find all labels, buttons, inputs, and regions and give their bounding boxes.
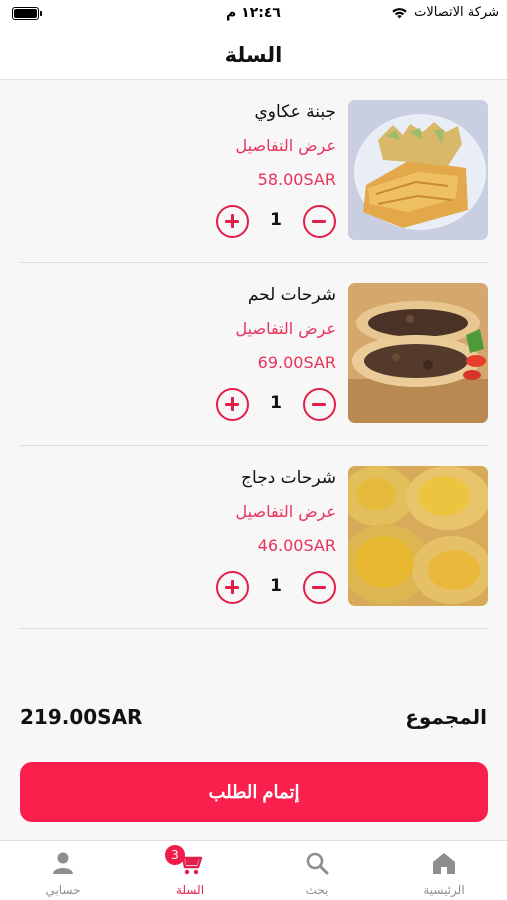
tab-label: بحث bbox=[305, 883, 329, 897]
page-header: السلة bbox=[0, 30, 507, 80]
chicken-pie-image[interactable] bbox=[348, 466, 488, 606]
tab-label: السلة bbox=[175, 883, 205, 897]
meat-pie-image[interactable] bbox=[348, 283, 488, 423]
decrease-quantity-button[interactable] bbox=[303, 205, 336, 238]
wifi-icon bbox=[392, 8, 407, 19]
cheese-pie-image[interactable] bbox=[348, 100, 488, 240]
tab-search[interactable]: بحث bbox=[254, 841, 380, 900]
tab-home[interactable]: الرئيسية bbox=[381, 841, 507, 900]
page-title: السلة bbox=[224, 42, 283, 67]
view-details-link[interactable]: عرض التفاصيل bbox=[236, 502, 336, 521]
decrease-quantity-button[interactable] bbox=[303, 571, 336, 604]
item-name: شرحات لحم bbox=[247, 285, 336, 305]
quantity-stepper: 1 bbox=[216, 205, 336, 239]
tab-account[interactable]: حسابي bbox=[0, 841, 126, 900]
item-name: جبنة عكاوي bbox=[254, 102, 336, 122]
cart-item: شرحات لحم عرض التفاصيل 69.00SAR 1 bbox=[20, 263, 488, 446]
tab-cart[interactable]: 3 السلة bbox=[127, 841, 253, 900]
cart-item: شرحات دجاج عرض التفاصيل 46.00SAR 1 bbox=[20, 446, 488, 629]
item-name: شرحات دجاج bbox=[241, 468, 336, 488]
checkout-button[interactable]: إتمام الطلب bbox=[20, 762, 488, 822]
total-label: المجموع bbox=[405, 705, 487, 729]
search-icon bbox=[306, 852, 329, 875]
carrier-group: شركة الاتصالات bbox=[391, 5, 499, 20]
quantity-stepper: 1 bbox=[216, 388, 336, 422]
cart-item: جبنة عكاوي عرض التفاصيل 58.00SAR 1 bbox=[20, 80, 488, 263]
status-bar: ١٢:٤٦ م شركة الاتصالات bbox=[0, 0, 507, 30]
tab-label: الرئيسية bbox=[423, 883, 465, 897]
view-details-link[interactable]: عرض التفاصيل bbox=[236, 319, 336, 338]
cart-count-badge: 3 bbox=[165, 845, 185, 865]
tab-label: حسابي bbox=[45, 883, 81, 897]
item-price: 69.00SAR bbox=[257, 353, 336, 372]
item-price: 58.00SAR bbox=[257, 170, 336, 189]
carrier-name: شركة الاتصالات bbox=[414, 5, 499, 20]
user-icon bbox=[53, 852, 73, 874]
home-icon bbox=[433, 853, 455, 874]
quantity-stepper: 1 bbox=[216, 571, 336, 605]
item-price: 46.00SAR bbox=[257, 536, 336, 555]
decrease-quantity-button[interactable] bbox=[303, 388, 336, 421]
tab-bar: حسابي 3 السلة بحث الرئيسية bbox=[0, 840, 507, 900]
checkout-label: إتمام الطلب bbox=[208, 781, 300, 802]
view-details-link[interactable]: عرض التفاصيل bbox=[236, 136, 336, 155]
total-value: 219.00SAR bbox=[20, 705, 143, 729]
